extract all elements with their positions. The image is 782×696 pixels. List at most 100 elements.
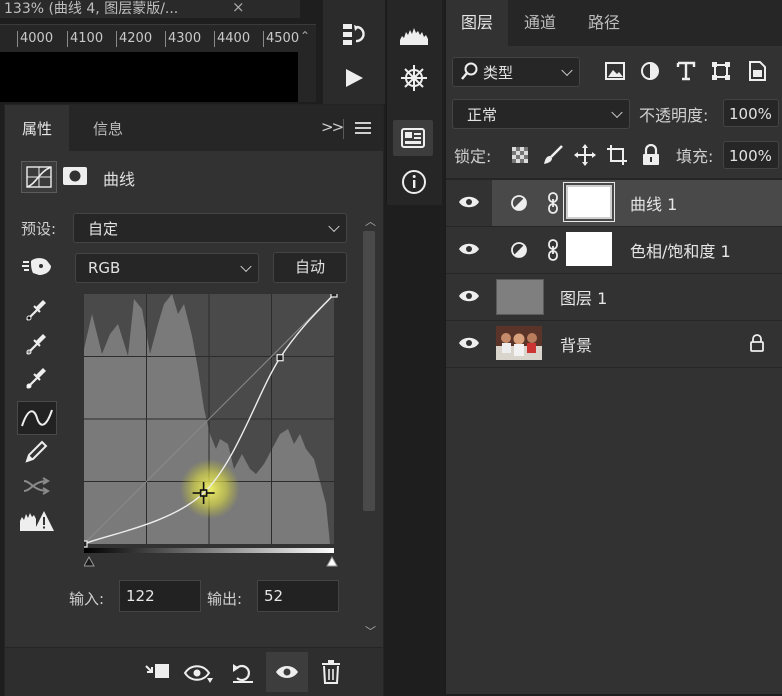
lock-transparent-icon[interactable] [510, 145, 530, 165]
actions-play-icon[interactable] [334, 60, 374, 96]
properties-scrollbar-thumb[interactable] [363, 231, 375, 511]
layer-row[interactable]: 曲线 1 [446, 180, 782, 227]
photo-thumbnail[interactable] [496, 326, 542, 360]
black-point-eyedropper-icon[interactable] [21, 295, 51, 325]
navigator-icon[interactable] [394, 60, 434, 96]
fill-label: 填充: [676, 147, 714, 166]
pencil-tool-icon[interactable] [21, 437, 51, 467]
layer-row[interactable]: 图层 1 [446, 274, 782, 321]
properties-tab-bar: 属性 信息 >> [5, 105, 383, 151]
fill-field[interactable]: 100% [723, 141, 779, 169]
curve-point-white[interactable] [330, 294, 338, 298]
visibility-eye-icon[interactable] [458, 241, 480, 257]
lock-position-icon[interactable] [574, 144, 596, 166]
filter-shape-icon[interactable] [710, 60, 732, 82]
document-title: 133% (曲线 4, 图层蒙版/... [4, 1, 179, 17]
blend-mode-dropdown[interactable]: 正常 [452, 99, 630, 129]
document-tab[interactable]: 133% (曲线 4, 图层蒙版/... [0, 0, 300, 18]
properties-panel: 属性 信息 >> 曲线 预设: 自定 ︿ RGB 自动 输入: 122 输出: … [4, 104, 384, 696]
gray-point-eyedropper-icon[interactable] [21, 329, 51, 359]
ruler-label: 4100 [70, 31, 104, 46]
tab-channels[interactable]: 通道 [510, 0, 570, 46]
ruler-label: 4300 [168, 31, 202, 46]
filter-type-icon[interactable] [675, 60, 697, 82]
search-icon [461, 61, 479, 81]
filter-adjustment-icon[interactable] [639, 60, 661, 82]
lock-pixels-brush-icon[interactable] [542, 144, 564, 166]
scroll-down-icon[interactable]: ﹀ [365, 623, 376, 639]
input-gradient-bar [84, 548, 334, 553]
layer-filter-dropdown[interactable]: 类型 [452, 57, 580, 87]
layer-mask-icon[interactable] [61, 163, 89, 189]
layer-row[interactable]: 色相/饱和度 1 [446, 227, 782, 274]
chain-link-icon[interactable] [546, 239, 560, 261]
layer-thumbnail[interactable] [496, 279, 544, 315]
ruler-label: 4500 [266, 31, 300, 46]
adjustment-layer-icon [511, 195, 527, 211]
layer-name: 曲线 1 [630, 195, 678, 214]
panel-dock-strip [323, 0, 385, 104]
visibility-eye-icon[interactable] [458, 194, 480, 210]
info-icon[interactable] [394, 164, 434, 200]
scroll-up-icon[interactable]: ︿ [365, 213, 376, 229]
input-value-field[interactable]: 122 [119, 580, 201, 612]
preset-dropdown[interactable]: 自定 [73, 213, 347, 243]
layer-name: 色相/饱和度 1 [630, 242, 731, 261]
view-previous-state-icon[interactable] [183, 660, 215, 686]
black-point-slider[interactable] [84, 555, 95, 567]
layer-mask-thumbnail[interactable] [563, 182, 615, 222]
histogram-icon[interactable] [394, 18, 434, 54]
lock-artboard-icon[interactable] [606, 144, 628, 166]
output-label: 输出: [207, 590, 243, 608]
lock-label: 锁定: [454, 147, 492, 166]
filter-pixel-icon[interactable] [604, 60, 626, 82]
visibility-eye-icon[interactable] [458, 335, 480, 351]
target-adjust-hand-icon[interactable] [21, 253, 55, 279]
ruler-label: 4400 [217, 31, 251, 46]
layer-locked-icon[interactable] [749, 333, 765, 353]
click-highlight [180, 459, 240, 519]
adjustment-curves-icon[interactable] [21, 161, 57, 193]
curve-point-tool-icon[interactable] [17, 401, 57, 435]
tab-paths[interactable]: 路径 [574, 0, 634, 46]
panel-title: 曲线 [103, 170, 136, 189]
visibility-eye-icon[interactable] [458, 288, 480, 304]
curve-point-highlight[interactable] [276, 354, 284, 362]
layers-panel: 图层 通道 路径 类型 正常 不透明度: 100% 锁定: 填充: 100% 曲… [445, 0, 782, 694]
canvas[interactable] [0, 52, 298, 102]
channel-dropdown[interactable]: RGB [75, 253, 259, 283]
tab-layers[interactable]: 图层 [446, 0, 508, 46]
reset-adjustment-icon[interactable] [229, 658, 257, 686]
clipping-warning-icon[interactable] [19, 507, 55, 535]
collapse-panel-icon[interactable]: >> [321, 118, 344, 136]
panel-icons-column [386, 0, 442, 205]
white-point-eyedropper-icon[interactable] [21, 363, 51, 393]
input-label: 输入: [69, 590, 105, 608]
ruler-scroll-icon[interactable]: ⌃ [300, 29, 310, 43]
clip-to-layer-icon[interactable] [143, 660, 173, 686]
properties-panel-icon[interactable] [393, 120, 433, 156]
white-point-slider[interactable] [326, 555, 338, 567]
history-icon[interactable] [334, 16, 374, 52]
panel-menu-icon[interactable] [355, 122, 371, 137]
adjustment-layer-icon [511, 242, 527, 258]
layer-mask-thumbnail[interactable] [566, 232, 612, 266]
opacity-field[interactable]: 100% [723, 99, 779, 127]
preset-label: 预设: [21, 220, 57, 238]
auto-button[interactable]: 自动 [273, 252, 347, 283]
toggle-visibility-button[interactable] [266, 652, 308, 692]
curves-graph[interactable] [84, 294, 344, 574]
smooth-curve-icon[interactable] [21, 471, 51, 501]
lock-all-icon[interactable] [641, 144, 661, 166]
tab-properties[interactable]: 属性 [5, 105, 69, 151]
tab-info[interactable]: 信息 [83, 105, 133, 151]
ruler-label: 4000 [20, 31, 54, 46]
output-value-field[interactable]: 52 [257, 580, 339, 612]
layer-row[interactable]: 背景 [446, 321, 782, 368]
chain-link-icon[interactable] [546, 192, 560, 214]
curve-point-black[interactable] [84, 540, 88, 548]
delete-icon[interactable] [319, 658, 343, 686]
filter-smart-object-icon[interactable] [746, 60, 768, 82]
preset-value: 自定 [88, 220, 119, 238]
close-tab-button[interactable]: × [232, 0, 245, 16]
